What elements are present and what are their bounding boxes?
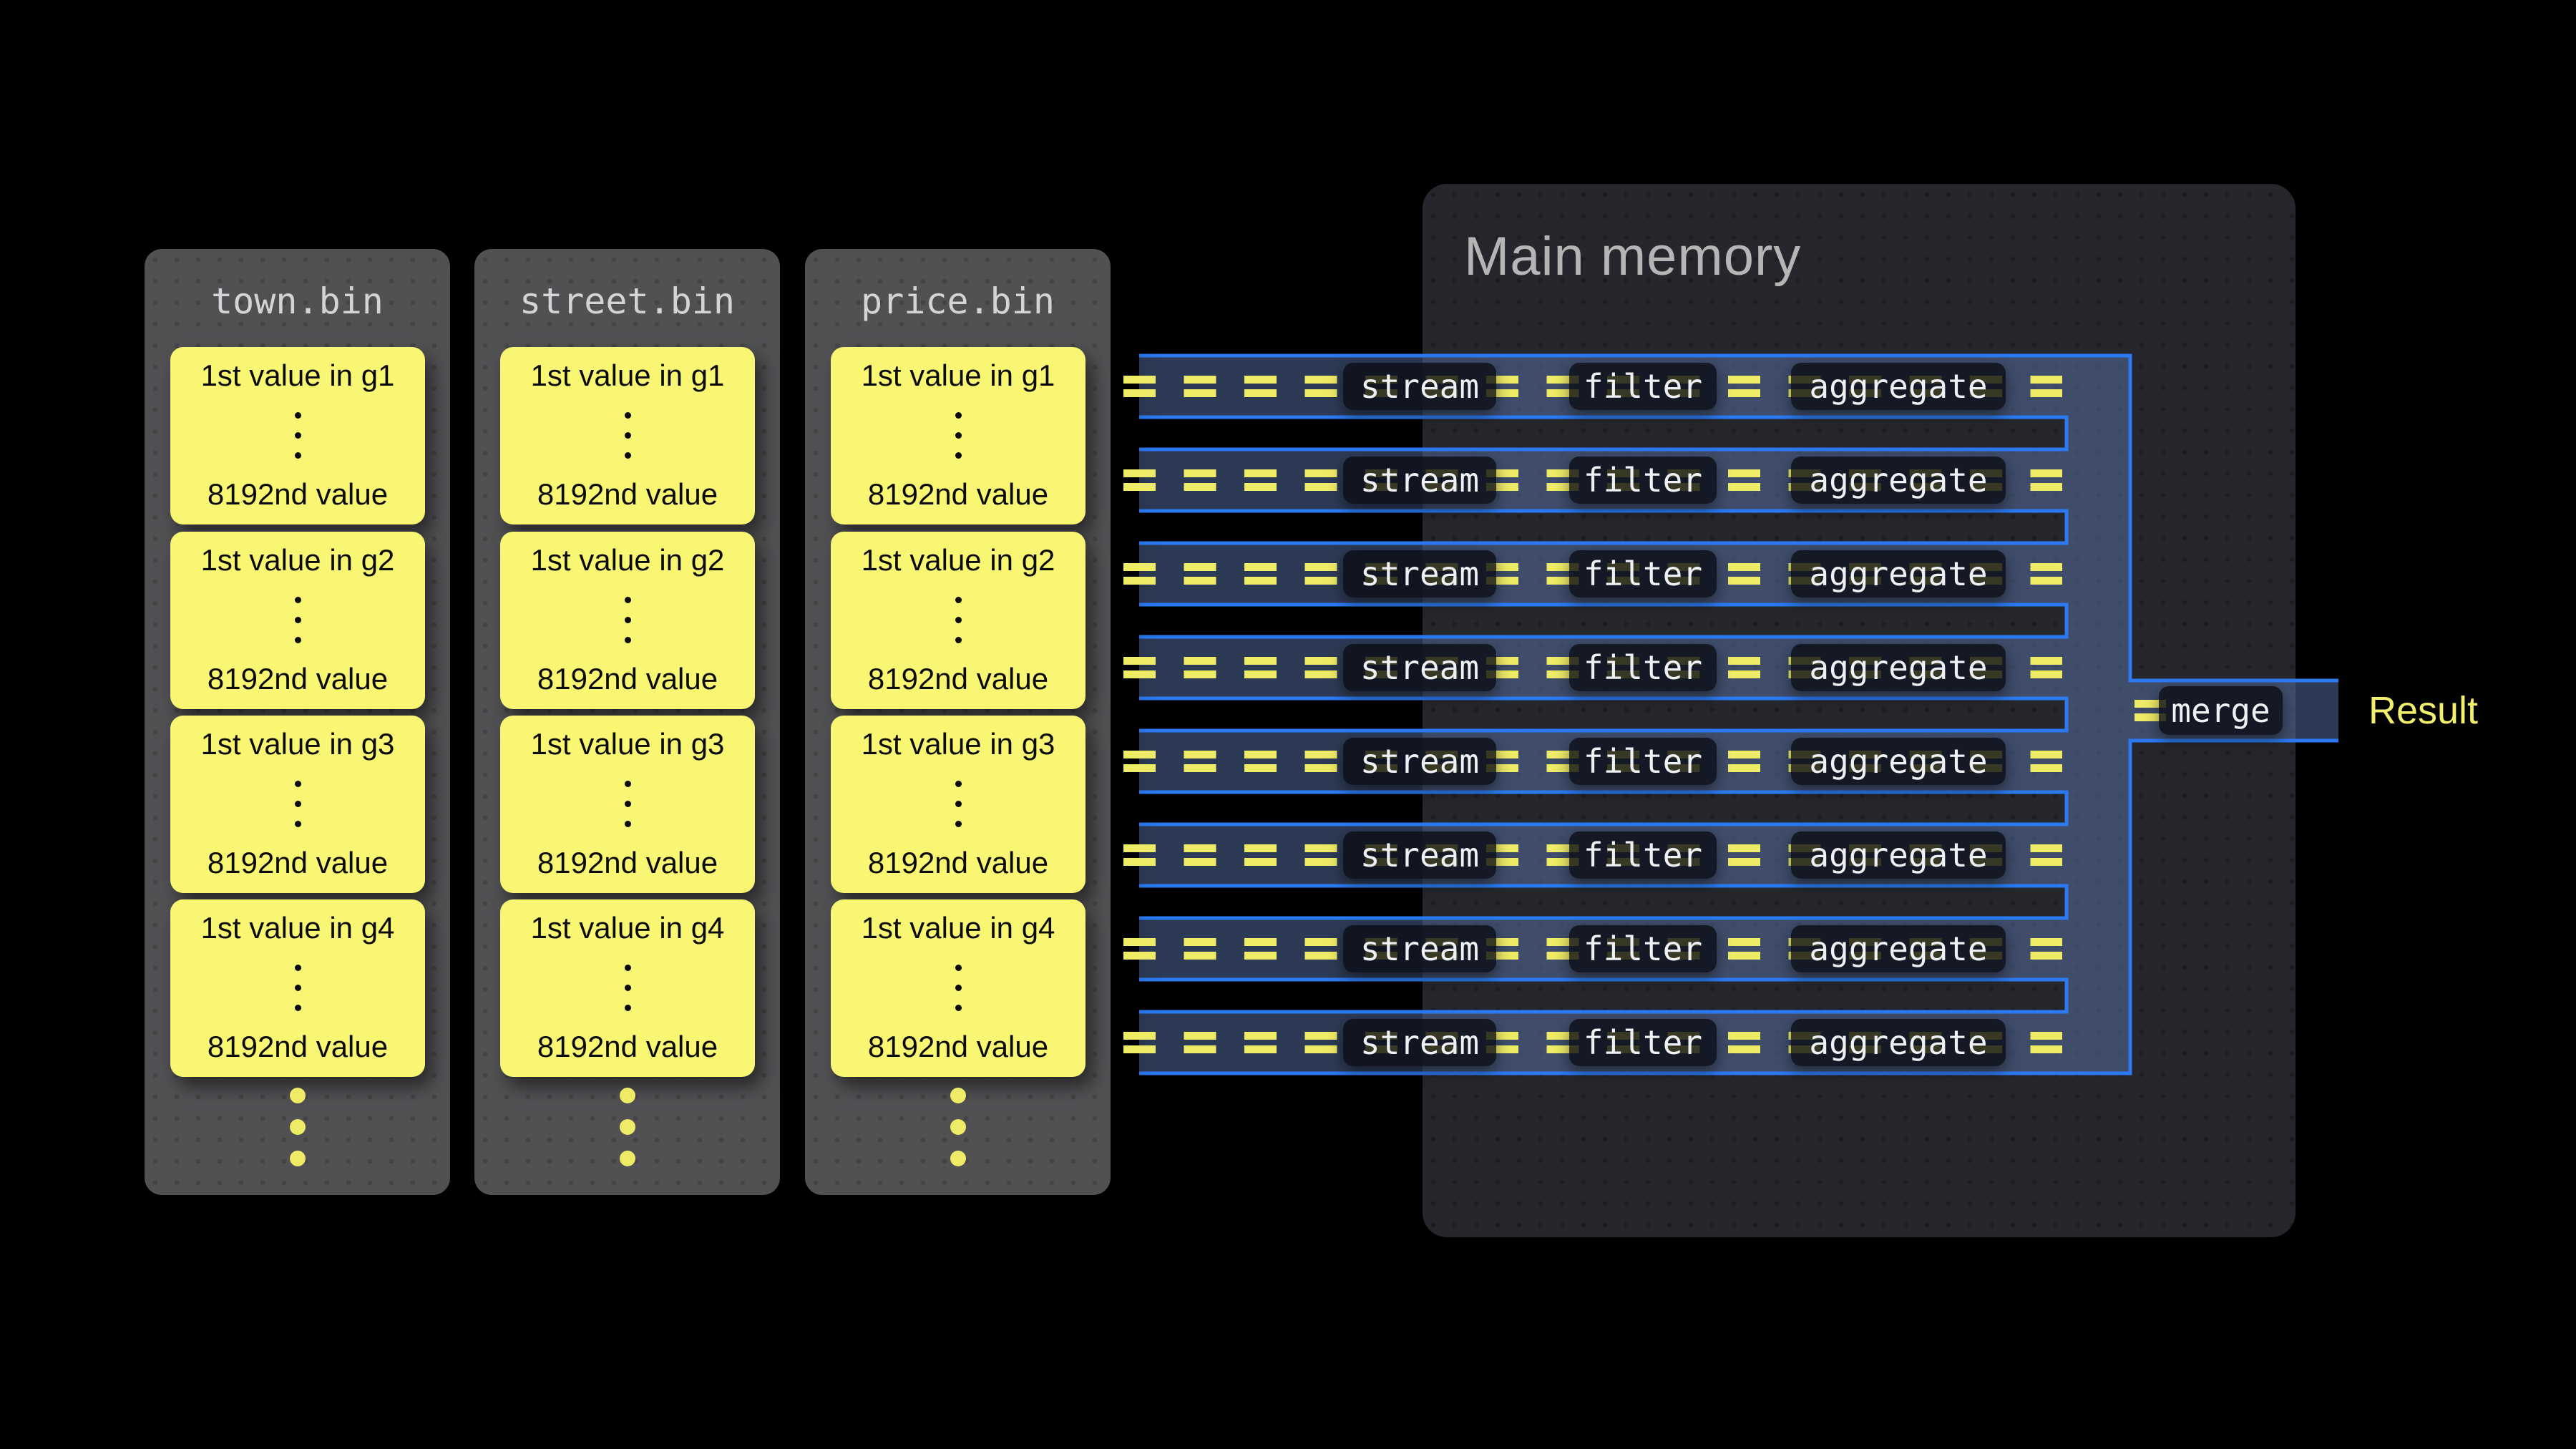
card-last-value-label: 8192nd value <box>537 662 718 696</box>
stage-box-aggregate: aggregate <box>1791 644 2006 691</box>
card-ellipsis-dots-icon <box>625 412 631 459</box>
card-ellipsis-dots-icon <box>955 781 962 827</box>
stage-box-filter: filter <box>1569 457 1717 504</box>
value-card: 1st value in g2 8192nd value <box>831 532 1085 709</box>
pipeline-row: stream filter aggregate <box>1123 637 2130 698</box>
card-first-value-label: 1st value in g2 <box>862 543 1055 577</box>
card-last-value-label: 8192nd value <box>208 662 388 696</box>
card-first-value-label: 1st value in g1 <box>201 358 395 393</box>
card-ellipsis-dots-icon <box>955 965 962 1011</box>
column-ellipsis-dots-icon <box>474 1088 780 1166</box>
result-label: Result <box>2368 688 2478 733</box>
file-column: street.bin 1st value in g1 8192nd value … <box>474 249 780 1195</box>
card-first-value-label: 1st value in g4 <box>862 911 1055 945</box>
card-last-value-label: 8192nd value <box>868 846 1048 880</box>
stage-box-stream: stream <box>1343 363 1496 410</box>
merge-label: merge <box>2171 691 2270 730</box>
card-ellipsis-dots-icon <box>625 597 631 643</box>
pipeline-row: stream filter aggregate <box>1123 449 2130 511</box>
pipeline-row: stream filter aggregate <box>1123 731 2130 792</box>
value-card: 1st value in g2 8192nd value <box>500 532 755 709</box>
card-last-value-label: 8192nd value <box>208 846 388 880</box>
card-last-value-label: 8192nd value <box>208 1030 388 1064</box>
column-cards: 1st value in g1 8192nd value 1st value i… <box>805 249 1111 1195</box>
pipeline-row: stream filter aggregate <box>1123 543 2130 605</box>
stage-box-aggregate: aggregate <box>1791 738 2006 785</box>
file-column: price.bin 1st value in g1 8192nd value 1… <box>805 249 1111 1195</box>
stage-box-aggregate: aggregate <box>1791 831 2006 879</box>
card-ellipsis-dots-icon <box>955 597 962 643</box>
stage-box-aggregate: aggregate <box>1791 457 2006 504</box>
card-last-value-label: 8192nd value <box>537 846 718 880</box>
card-ellipsis-dots-icon <box>295 412 301 459</box>
stage-box-stream: stream <box>1343 1019 1496 1066</box>
value-card: 1st value in g1 8192nd value <box>500 347 755 525</box>
card-first-value-label: 1st value in g1 <box>531 358 725 393</box>
card-ellipsis-dots-icon <box>295 597 301 643</box>
pipeline-row: stream filter aggregate <box>1123 1012 2130 1073</box>
card-first-value-label: 1st value in g3 <box>531 727 725 761</box>
card-ellipsis-dots-icon <box>295 965 301 1011</box>
stage-box-stream: stream <box>1343 831 1496 879</box>
column-ellipsis-dots-icon <box>145 1088 450 1166</box>
merge-stub: merge <box>2130 680 2338 741</box>
card-first-value-label: 1st value in g4 <box>201 911 395 945</box>
stage-box-filter: filter <box>1569 644 1717 691</box>
card-first-value-label: 1st value in g3 <box>862 727 1055 761</box>
value-card: 1st value in g4 8192nd value <box>170 899 425 1077</box>
stage-box-filter: filter <box>1569 831 1717 879</box>
card-last-value-label: 8192nd value <box>208 477 388 512</box>
pipeline-row: stream filter aggregate <box>1123 824 2130 886</box>
card-first-value-label: 1st value in g2 <box>201 543 395 577</box>
card-first-value-label: 1st value in g3 <box>201 727 395 761</box>
stage-box-stream: stream <box>1343 644 1496 691</box>
stage-box-stream: stream <box>1343 550 1496 597</box>
card-first-value-label: 1st value in g2 <box>531 543 725 577</box>
pipeline-row: stream filter aggregate <box>1123 356 2130 417</box>
stage-box-aggregate: aggregate <box>1791 363 2006 410</box>
column-cards: 1st value in g1 8192nd value 1st value i… <box>145 249 450 1195</box>
card-first-value-label: 1st value in g4 <box>531 911 725 945</box>
card-ellipsis-dots-icon <box>295 781 301 827</box>
stage-box-aggregate: aggregate <box>1791 550 2006 597</box>
value-card: 1st value in g3 8192nd value <box>500 716 755 893</box>
card-last-value-label: 8192nd value <box>868 662 1048 696</box>
stage-box-filter: filter <box>1569 550 1717 597</box>
stage-box-aggregate: aggregate <box>1791 925 2006 972</box>
column-ellipsis-dots-icon <box>805 1088 1111 1166</box>
pipeline-row: stream filter aggregate <box>1123 918 2130 980</box>
stage-box-filter: filter <box>1569 925 1717 972</box>
card-last-value-label: 8192nd value <box>537 1030 718 1064</box>
stage-box-stream: stream <box>1343 457 1496 504</box>
card-first-value-label: 1st value in g1 <box>862 358 1055 393</box>
value-card: 1st value in g1 8192nd value <box>170 347 425 525</box>
value-card: 1st value in g1 8192nd value <box>831 347 1085 525</box>
value-card: 1st value in g3 8192nd value <box>170 716 425 893</box>
card-ellipsis-dots-icon <box>625 965 631 1011</box>
card-last-value-label: 8192nd value <box>868 1030 1048 1064</box>
card-last-value-label: 8192nd value <box>868 477 1048 512</box>
merge-operator-box: merge <box>2159 686 2283 735</box>
stage-box-filter: filter <box>1569 363 1717 410</box>
card-ellipsis-dots-icon <box>955 412 962 459</box>
card-ellipsis-dots-icon <box>625 781 631 827</box>
value-card: 1st value in g4 8192nd value <box>500 899 755 1077</box>
stage-box-stream: stream <box>1343 738 1496 785</box>
diagram-canvas: Main memory town.bin 1st value in g1 819… <box>0 0 2576 1449</box>
main-memory-title: Main memory <box>1464 225 1801 288</box>
stage-box-filter: filter <box>1569 1019 1717 1066</box>
stage-box-aggregate: aggregate <box>1791 1019 2006 1066</box>
value-card: 1st value in g2 8192nd value <box>170 532 425 709</box>
column-cards: 1st value in g1 8192nd value 1st value i… <box>474 249 780 1195</box>
file-column: town.bin 1st value in g1 8192nd value 1s… <box>145 249 450 1195</box>
stage-box-stream: stream <box>1343 925 1496 972</box>
value-card: 1st value in g3 8192nd value <box>831 716 1085 893</box>
value-card: 1st value in g4 8192nd value <box>831 899 1085 1077</box>
stage-box-filter: filter <box>1569 738 1717 785</box>
card-last-value-label: 8192nd value <box>537 477 718 512</box>
